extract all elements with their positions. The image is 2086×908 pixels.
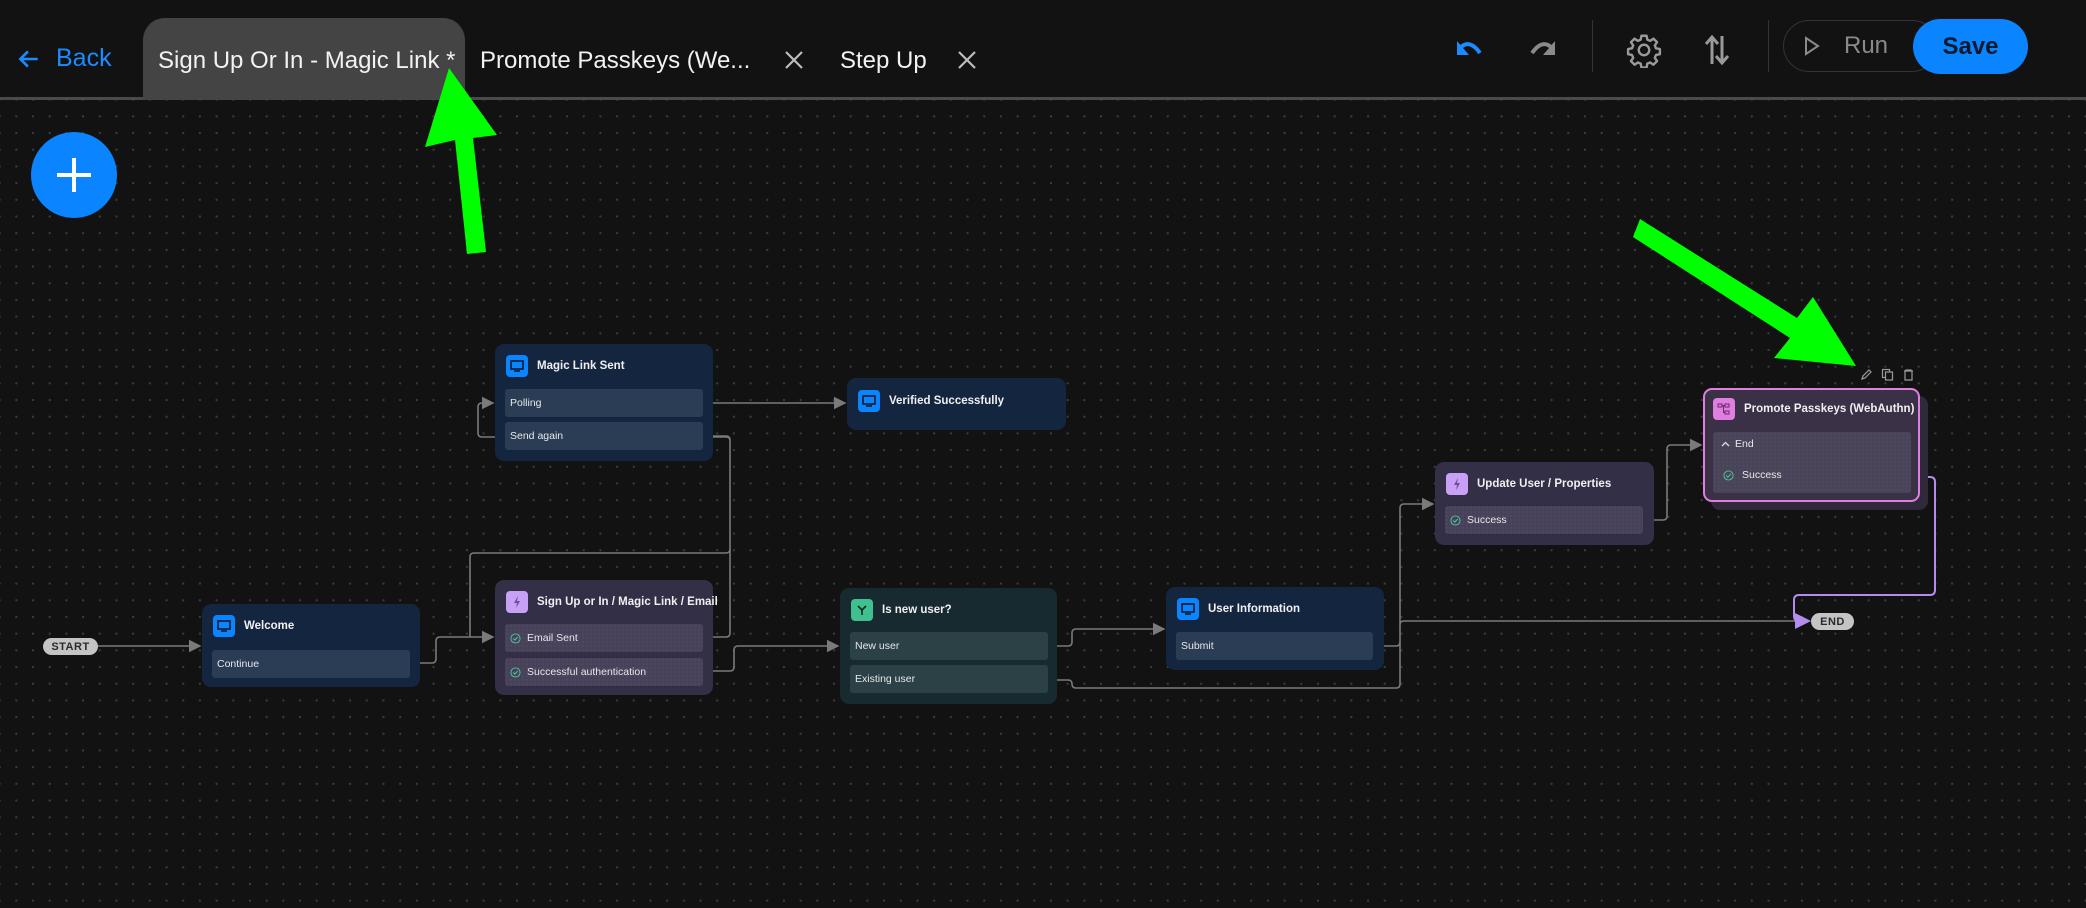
undo-button[interactable] [1450,30,1490,70]
close-icon [958,51,976,69]
node-title: Promote Passkeys (WebAuthn) [1744,403,1915,415]
output-success[interactable]: Success [1445,506,1643,534]
node-title: Welcome [244,620,295,632]
output-continue[interactable]: Continue [212,650,410,678]
subflow-outputs-panel: End Success [1713,432,1911,493]
tab-promote-passkeys[interactable]: Promote Passkeys (We... [480,18,750,100]
output-existing-user[interactable]: Existing user [850,665,1048,693]
screen-icon [213,615,235,637]
redo-icon [1530,41,1555,55]
output-label: Send again [510,430,564,442]
settings-button[interactable] [1624,30,1664,70]
tab-label: Step Up [840,47,927,74]
lightning-icon [1446,473,1468,495]
output-submit[interactable]: Submit [1176,632,1373,660]
top-bar: Back Sign Up Or In - Magic Link * Promot… [0,0,2086,100]
run-label: Run [1844,32,1889,59]
screen-icon [858,390,880,412]
node-title: Magic Link Sent [537,360,625,372]
plus-icon [57,158,91,192]
screen-icon [506,355,528,377]
trash-icon [1904,369,1913,381]
collapse-end-section[interactable]: End [1721,438,1754,450]
close-tab-step-up[interactable] [955,48,979,72]
output-email-sent[interactable]: Email Sent [505,624,703,652]
node-user-information[interactable]: User Information Submit [1166,587,1384,670]
node-title: Verified Successfully [889,395,1005,407]
close-tab-promote-passkeys[interactable] [782,48,806,72]
gear-icon [1626,34,1662,68]
branch-icon [851,599,873,621]
output-new-user[interactable]: New user [850,632,1048,660]
output-label: Success [1467,514,1507,526]
tab-label: Promote Passkeys (We... [480,47,751,74]
back-button[interactable]: Back [16,44,112,73]
output-label: Success [1742,469,1782,481]
tab-label: Sign Up Or In - Magic Link * [158,47,456,74]
node-title: Update User / Properties [1477,478,1612,490]
chevron-up-icon [1721,441,1730,447]
node-magic-link-sent[interactable]: Magic Link Sent Polling Send again [495,344,713,461]
node-toolbar [1860,368,1915,381]
node-title: Sign Up or In / Magic Link / Email [537,596,718,608]
check-circle-icon [510,666,521,678]
node-welcome[interactable]: Welcome Continue [202,604,420,687]
toolbar-divider [1768,20,1769,72]
node-title: Is new user? [882,604,952,616]
node-promote-passkeys[interactable]: Promote Passkeys (WebAuthn) End Success [1703,388,1920,502]
undo-icon [1457,41,1482,55]
close-icon [785,51,803,69]
end-node[interactable]: END [1811,613,1854,630]
screen-icon [1177,598,1199,620]
node-update-user[interactable]: Update User / Properties Success [1435,462,1654,545]
sort-button[interactable] [1697,30,1737,70]
add-node-button[interactable] [31,132,117,218]
redo-button[interactable] [1522,30,1562,70]
tab-step-up[interactable]: Step Up [840,18,927,100]
lightning-icon [506,591,528,613]
output-send-again[interactable]: Send again [505,422,703,450]
output-polling[interactable]: Polling [505,389,703,417]
output-label: Polling [510,397,542,409]
flow-canvas[interactable] [0,100,2086,908]
output-label: Email Sent [527,632,578,644]
arrow-left-icon [18,49,38,68]
back-label: Back [56,44,112,72]
output-label: Continue [217,658,260,670]
check-circle-icon [1723,469,1734,481]
start-node[interactable]: START [43,638,98,655]
node-is-new-user[interactable]: Is new user? New user Existing user [840,588,1057,704]
section-label: End [1735,438,1754,450]
swap-vertical-icon [1704,34,1730,66]
tab-sign-up-or-in[interactable]: Sign Up Or In - Magic Link * [143,18,465,100]
subflow-icon [1713,398,1735,420]
duplicate-icon [1881,368,1894,381]
save-button[interactable]: Save [1913,19,2028,74]
output-label: Submit [1181,640,1214,652]
node-verified-successfully[interactable]: Verified Successfully [847,378,1066,430]
toolbar-divider [1592,20,1593,72]
check-circle-icon [510,632,521,644]
pencil-icon [1861,369,1872,380]
node-title: User Information [1208,603,1301,615]
output-success[interactable]: Success [1723,469,1782,481]
play-icon [1805,36,1820,56]
duplicate-node-button[interactable] [1881,368,1894,381]
output-successful-authentication[interactable]: Successful authentication [505,658,703,686]
edit-node-button[interactable] [1860,368,1873,381]
check-circle-icon [1450,514,1461,526]
output-label: Successful authentication [527,666,647,678]
node-sign-up-or-in[interactable]: Sign Up or In / Magic Link / Email Email… [495,580,718,695]
delete-node-button[interactable] [1902,368,1915,381]
output-label: New user [855,640,900,652]
output-label: Existing user [855,673,916,685]
